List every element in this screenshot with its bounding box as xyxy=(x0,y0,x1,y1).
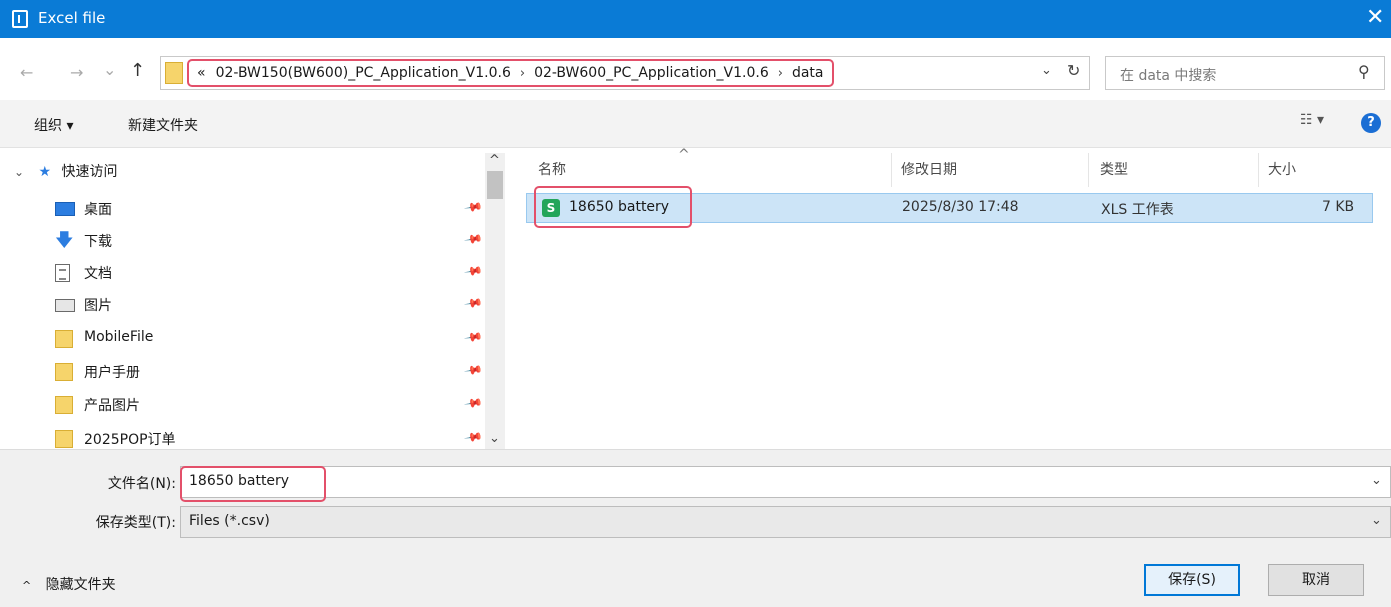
chevron-down-icon[interactable]: ⌄ xyxy=(1371,513,1382,528)
pin-icon[interactable]: 📌 xyxy=(463,327,483,347)
file-type: XLS 工作表 xyxy=(1101,202,1174,218)
navigation-pane: ⌄ ★ 快速访问 桌面 📌 🡇 下载 📌 文档 📌 图片 📌 MobileFil… xyxy=(0,153,505,449)
chevron-down-icon[interactable]: ⌄ xyxy=(1371,473,1382,488)
sidebar-item-pictures[interactable]: 图片 📌 xyxy=(0,289,485,321)
pin-icon[interactable]: 📌 xyxy=(463,360,483,380)
sidebar-item-label: MobileFile xyxy=(84,329,154,345)
sort-ascending-icon: ^ xyxy=(678,147,690,163)
address-bar[interactable]: « 02-BW150(BW600)_PC_Application_V1.0.6 … xyxy=(160,56,1090,90)
title-bar: Excel file ✕ xyxy=(0,0,1391,38)
folder-icon xyxy=(55,430,73,448)
up-arrow-icon[interactable]: ↑ xyxy=(130,60,145,81)
refresh-icon[interactable]: ↻ xyxy=(1067,61,1080,80)
organize-button[interactable]: 组织 ▾ xyxy=(34,115,73,135)
column-header-modified[interactable]: 修改日期 xyxy=(901,153,957,187)
sidebar-item-2025pop-orders[interactable]: 2025POP订单 📌 xyxy=(0,423,485,449)
desktop-icon xyxy=(55,202,75,216)
pin-icon[interactable]: 📌 xyxy=(463,427,483,447)
file-size: 7 KB xyxy=(1322,199,1355,215)
folder-icon xyxy=(55,396,73,414)
search-input[interactable]: 在 data 中搜索 ⚲ xyxy=(1105,56,1385,90)
sidebar-item-label: 用户手册 xyxy=(84,365,140,381)
spreadsheet-icon: S xyxy=(542,199,560,217)
table-row[interactable]: S 18650 battery 2025/8/30 17:48 XLS 工作表 … xyxy=(526,186,1373,228)
sidebar-item-mobilefile[interactable]: MobileFile 📌 xyxy=(0,323,485,355)
sidebar-item-label: 产品图片 xyxy=(84,398,140,414)
file-name[interactable]: 18650 battery xyxy=(569,199,669,215)
pin-icon[interactable]: 📌 xyxy=(463,229,483,249)
pin-icon[interactable]: 📌 xyxy=(463,393,483,413)
breadcrumb-item[interactable]: 02-BW600_PC_Application_V1.0.6 xyxy=(534,65,769,81)
documents-icon xyxy=(55,264,70,282)
command-toolbar: 组织 ▾ 新建文件夹 ☷ ▾ ? xyxy=(0,100,1391,148)
search-icon[interactable]: ⚲ xyxy=(1358,62,1370,81)
folder-icon xyxy=(55,330,73,348)
chevron-up-icon: ^ xyxy=(22,579,32,592)
sidebar-item-user-manual[interactable]: 用户手册 📌 xyxy=(0,356,485,388)
pin-icon[interactable]: 📌 xyxy=(463,261,483,281)
filetype-value: Files (*.csv) xyxy=(189,513,270,529)
forward-arrow-icon[interactable]: → xyxy=(70,63,83,82)
sidebar-item-label: 桌面 xyxy=(84,202,112,218)
breadcrumb-separator-icon[interactable]: › xyxy=(520,66,525,81)
hide-folders-toggle[interactable]: ^ 隐藏文件夹 xyxy=(22,574,116,594)
cancel-button[interactable]: 取消 xyxy=(1268,564,1364,596)
folder-icon xyxy=(165,62,183,84)
address-dropdown-icon[interactable]: ⌄ xyxy=(1041,63,1052,78)
filetype-label: 保存类型(T): xyxy=(95,515,176,531)
download-icon: 🡇 xyxy=(55,230,74,251)
pin-icon[interactable]: 📌 xyxy=(463,197,483,217)
sidebar-item-label: 下载 xyxy=(84,234,112,250)
search-placeholder: 在 data 中搜索 xyxy=(1120,68,1217,84)
scroll-down-icon[interactable]: ⌄ xyxy=(489,431,500,446)
navigation-bar: ← → ⌄ ↑ « 02-BW150(BW600)_PC_Application… xyxy=(0,38,1391,100)
sidebar-item-label: 图片 xyxy=(84,298,112,314)
sidebar-item-label: 快速访问 xyxy=(61,164,118,180)
sidebar-item-quick-access[interactable]: ⌄ ★ 快速访问 xyxy=(14,161,118,181)
back-arrow-icon[interactable]: ← xyxy=(20,63,33,82)
breadcrumb: « 02-BW150(BW600)_PC_Application_V1.0.6 … xyxy=(187,59,834,87)
pictures-icon xyxy=(55,299,75,312)
filename-label: 文件名(N): xyxy=(107,476,176,492)
sidebar-scrollbar[interactable]: ^ ⌄ xyxy=(485,153,505,449)
close-icon[interactable]: ✕ xyxy=(1366,4,1384,32)
help-icon[interactable]: ? xyxy=(1361,113,1381,133)
sidebar-item-label: 文档 xyxy=(84,266,112,282)
column-header-type[interactable]: 类型 xyxy=(1100,153,1128,187)
sidebar-item-documents[interactable]: 文档 📌 xyxy=(0,257,485,289)
breadcrumb-item[interactable]: 02-BW150(BW600)_PC_Application_V1.0.6 xyxy=(216,65,511,81)
window-title: Excel file xyxy=(38,9,106,27)
sidebar-item-downloads[interactable]: 🡇 下载 📌 xyxy=(0,225,485,257)
recent-locations-icon[interactable]: ⌄ xyxy=(103,60,116,79)
column-header-name[interactable]: 名称 xyxy=(538,153,566,187)
sidebar-item-product-images[interactable]: 产品图片 📌 xyxy=(0,389,485,421)
sidebar-item-label: 2025POP订单 xyxy=(84,432,176,448)
scroll-up-icon[interactable]: ^ xyxy=(489,153,500,168)
folder-icon xyxy=(55,363,73,381)
filetype-select[interactable]: Files (*.csv) ⌄ xyxy=(180,506,1391,538)
sidebar-item-desktop[interactable]: 桌面 📌 xyxy=(0,193,485,225)
column-divider[interactable] xyxy=(1088,153,1089,187)
breadcrumb-prefix-icon[interactable]: « xyxy=(197,65,206,81)
hide-folders-label: 隐藏文件夹 xyxy=(45,577,116,593)
pin-icon[interactable]: 📌 xyxy=(463,293,483,313)
breadcrumb-item[interactable]: data xyxy=(792,65,824,81)
view-options-icon[interactable]: ☷ ▾ xyxy=(1300,112,1324,128)
column-header-size[interactable]: 大小 xyxy=(1268,153,1296,187)
highlight-box xyxy=(180,466,326,502)
file-modified: 2025/8/30 17:48 xyxy=(902,199,1019,215)
column-divider[interactable] xyxy=(891,153,892,187)
save-panel: 文件名(N): 18650 battery ⌄ 保存类型(T): Files (… xyxy=(0,449,1391,607)
breadcrumb-separator-icon[interactable]: › xyxy=(778,66,783,81)
scroll-thumb[interactable] xyxy=(487,171,503,199)
new-folder-button[interactable]: 新建文件夹 xyxy=(128,115,198,135)
file-list: ^ 名称 修改日期 类型 大小 S 18650 battery 2025/8/3… xyxy=(508,147,1391,449)
chevron-down-icon[interactable]: ⌄ xyxy=(14,165,24,179)
column-divider[interactable] xyxy=(1258,153,1259,187)
app-icon xyxy=(12,10,28,28)
star-icon: ★ xyxy=(38,164,52,180)
save-button[interactable]: 保存(S) xyxy=(1144,564,1240,596)
filename-field[interactable]: 18650 battery ⌄ xyxy=(180,466,1391,498)
